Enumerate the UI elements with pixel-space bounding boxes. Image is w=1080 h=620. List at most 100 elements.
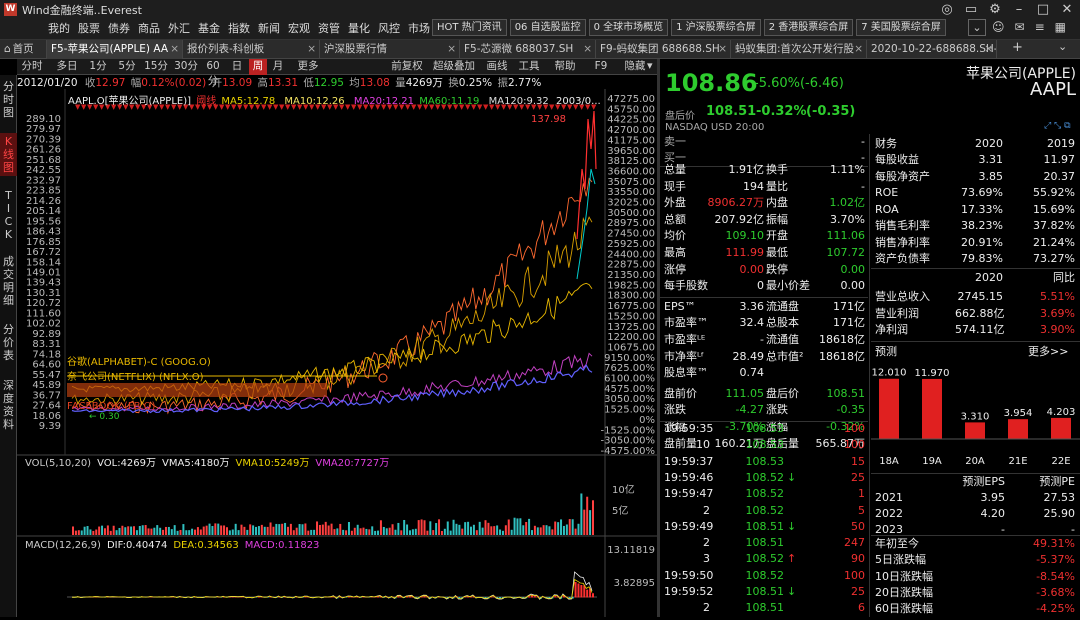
menu-item-10[interactable]: 量化	[348, 20, 370, 36]
side-btn-5[interactable]: 深度资料	[0, 377, 17, 433]
trade-price: 108.51	[745, 601, 785, 615]
toolbar-btn-4[interactable]: 15分	[143, 59, 169, 75]
info-high: 13.31	[267, 77, 299, 89]
toolbar-btn-8[interactable]: 周	[249, 59, 267, 75]
tab-close-icon[interactable]: ×	[718, 40, 727, 58]
menu-item-4[interactable]: 外汇	[168, 20, 190, 36]
right-axis-tick: 1525.00%	[604, 405, 655, 416]
user-icon[interactable]: ◎	[938, 2, 956, 17]
toolbar-btn-16[interactable]: F9	[586, 59, 616, 75]
top-tabs-dropdown-icon[interactable]: ⌄	[968, 19, 986, 36]
minimize-icon[interactable]: –	[1010, 2, 1028, 17]
toolbar-btn-0[interactable]: 分时	[17, 59, 47, 75]
vol-legend: VOL(5,10,20) VOL:4269万 VMA5:4180万 VMA10:524…	[25, 458, 389, 469]
maximize-icon[interactable]: □	[1034, 2, 1052, 17]
stat-label: 跌停	[766, 262, 788, 276]
top-tab-4[interactable]: 2 香港股票综合屏	[763, 19, 854, 36]
toolbar-btn-15[interactable]: 帮助	[548, 59, 582, 75]
trade-price: 108.52	[745, 503, 785, 517]
side-btn-0[interactable]: 分时图	[0, 78, 17, 121]
side-btn-3[interactable]: 成交明细	[0, 253, 17, 309]
doc-tab-1[interactable]: F5-苹果公司(APPLE) AA ×	[47, 40, 183, 59]
macd-bar	[533, 595, 536, 598]
message-icon[interactable]: ▭	[962, 2, 980, 17]
doc-tab-3[interactable]: 沪深股票行情 ×	[320, 40, 460, 59]
menu-item-6[interactable]: 指数	[228, 20, 250, 36]
toolbar-btn-12[interactable]: 超级叠加	[429, 59, 479, 75]
people-icon[interactable]: ☺	[992, 20, 1005, 34]
toolbar-btn-1[interactable]: 多日	[51, 59, 83, 75]
toolbar-btn-6[interactable]: 60分	[202, 59, 224, 87]
tab-close-icon[interactable]: ×	[447, 40, 456, 58]
vol-bar	[438, 519, 441, 535]
menu-item-5[interactable]: 基金	[198, 20, 220, 36]
menu-item-0[interactable]: 我的	[48, 20, 70, 36]
tab-close-icon[interactable]: ×	[583, 40, 592, 58]
toolbar-btn-5[interactable]: 30分	[173, 59, 199, 75]
legend-date: 2003/0...	[555, 96, 601, 107]
panel-expand-icons[interactable]: ⤢ ⤡ ⧉	[1044, 121, 1071, 131]
overlay-label-1[interactable]: 奈飞公司(NETFLIX) (NFLX.O)	[67, 370, 204, 383]
top-quick-tabs: HOT 热门资讯 06 自选股监控 0 全球市场概览 1 沪深股票综合屏 2 香港股票综…	[432, 19, 946, 36]
top-tab-2[interactable]: 0 全球市场概览	[588, 19, 669, 36]
menu-item-7[interactable]: 新闻	[258, 20, 280, 36]
trade-price: 108.53	[745, 454, 785, 468]
doc-tab-2[interactable]: 报价列表-科创板 ×	[183, 40, 320, 59]
right-axis-tick: -1525.00%	[601, 425, 655, 436]
chat-icon[interactable]: ✉	[1015, 20, 1025, 34]
tab-close-icon[interactable]: ×	[170, 40, 179, 58]
side-btn-2[interactable]: TICK	[0, 187, 17, 243]
tab-close-icon[interactable]: ×	[854, 40, 863, 58]
toolbar-btn-10[interactable]: 更多	[292, 59, 324, 75]
grid-icon[interactable]: ▦	[1055, 20, 1066, 34]
kline-chart-area[interactable]: 289.10 279.97 270.39 261.26 251.68 242.55 232.…	[17, 89, 657, 617]
tab-scroll-icon[interactable]: ⌄	[1058, 40, 1067, 53]
stat-value: 3.70%	[830, 212, 865, 226]
doc-tab-7[interactable]: 2020-10-22-688688.SH- ×	[867, 40, 997, 59]
top-tab-3[interactable]: 1 沪深股票综合屏	[671, 19, 761, 36]
toolbar-btn-13[interactable]: 画线	[483, 59, 511, 75]
overlay-label-0[interactable]: 谷歌(ALPHABET)-C (GOOG.O)	[67, 355, 211, 368]
settings-icon[interactable]: ⚙	[986, 2, 1004, 17]
menu-item-12[interactable]: 市场	[408, 20, 430, 36]
menu-item-8[interactable]: 宏观	[288, 20, 310, 36]
stat-value: 0.00	[840, 262, 866, 276]
top-tab-0[interactable]: HOT 热门资讯	[432, 19, 507, 36]
overlay-label-2[interactable]: FACEBOOK (FB.O)	[67, 401, 156, 412]
doc-tab-0[interactable]: ⌂ 首页	[0, 40, 47, 59]
top-tab-1[interactable]: 06 自选股监控	[509, 19, 586, 36]
new-tab-icon[interactable]: +	[1012, 40, 1023, 55]
menu-item-2[interactable]: 债券	[108, 20, 130, 36]
menu-item-11[interactable]: 风控	[378, 20, 400, 36]
list-icon[interactable]: ≡	[1035, 20, 1045, 34]
vol-bar	[368, 529, 371, 535]
doc-tab-label: F5-苹果公司(APPLE) AA	[51, 43, 169, 55]
tab-close-icon[interactable]: ×	[307, 40, 316, 58]
forecast-more-link[interactable]: 更多>>	[1028, 344, 1068, 360]
top-tab-5[interactable]: 7 美国股票综合屏	[856, 19, 946, 36]
toolbar-dropdown-icon[interactable]: ▾	[647, 59, 653, 72]
tab-close-icon[interactable]: ×	[984, 40, 993, 58]
toolbar-btn-3[interactable]: 5分	[114, 59, 140, 75]
toolbar-btn-7[interactable]: 日	[227, 59, 247, 75]
vol-bar	[530, 530, 533, 535]
toolbar-btn-14[interactable]: 工具	[514, 59, 544, 75]
doc-tab-4[interactable]: F5-芯源微 688037.SH ×	[460, 40, 596, 59]
vol-bar	[362, 527, 365, 535]
doc-tab-6[interactable]: 蚂蚁集团:首次公开发行股 ×	[731, 40, 867, 59]
toolbar-btn-11[interactable]: 前复权	[389, 59, 425, 75]
toolbar-btn-2[interactable]: 1分	[85, 59, 111, 75]
kline-chart-svg[interactable]: 289.10279.97270.39261.26251.68242.55232.…	[17, 89, 657, 617]
menu-item-9[interactable]: 资管	[318, 20, 340, 36]
forecast-bar	[1051, 417, 1071, 439]
toolbar-btn-9[interactable]: 月	[268, 59, 288, 75]
doc-tab-5[interactable]: F9-蚂蚁集团 688688.SH ×	[596, 40, 731, 59]
menu-item-3[interactable]: 商品	[138, 20, 160, 36]
side-btn-1[interactable]: K线图	[0, 133, 17, 176]
menu-item-1[interactable]: 股票	[78, 20, 100, 36]
close-icon[interactable]: ✕	[1058, 2, 1076, 17]
vol-bar	[188, 530, 191, 535]
toolbar-btn-17[interactable]: 隐藏	[620, 59, 650, 75]
fin-value: 20.91%	[961, 235, 1003, 249]
side-btn-4[interactable]: 分价表	[0, 321, 17, 364]
